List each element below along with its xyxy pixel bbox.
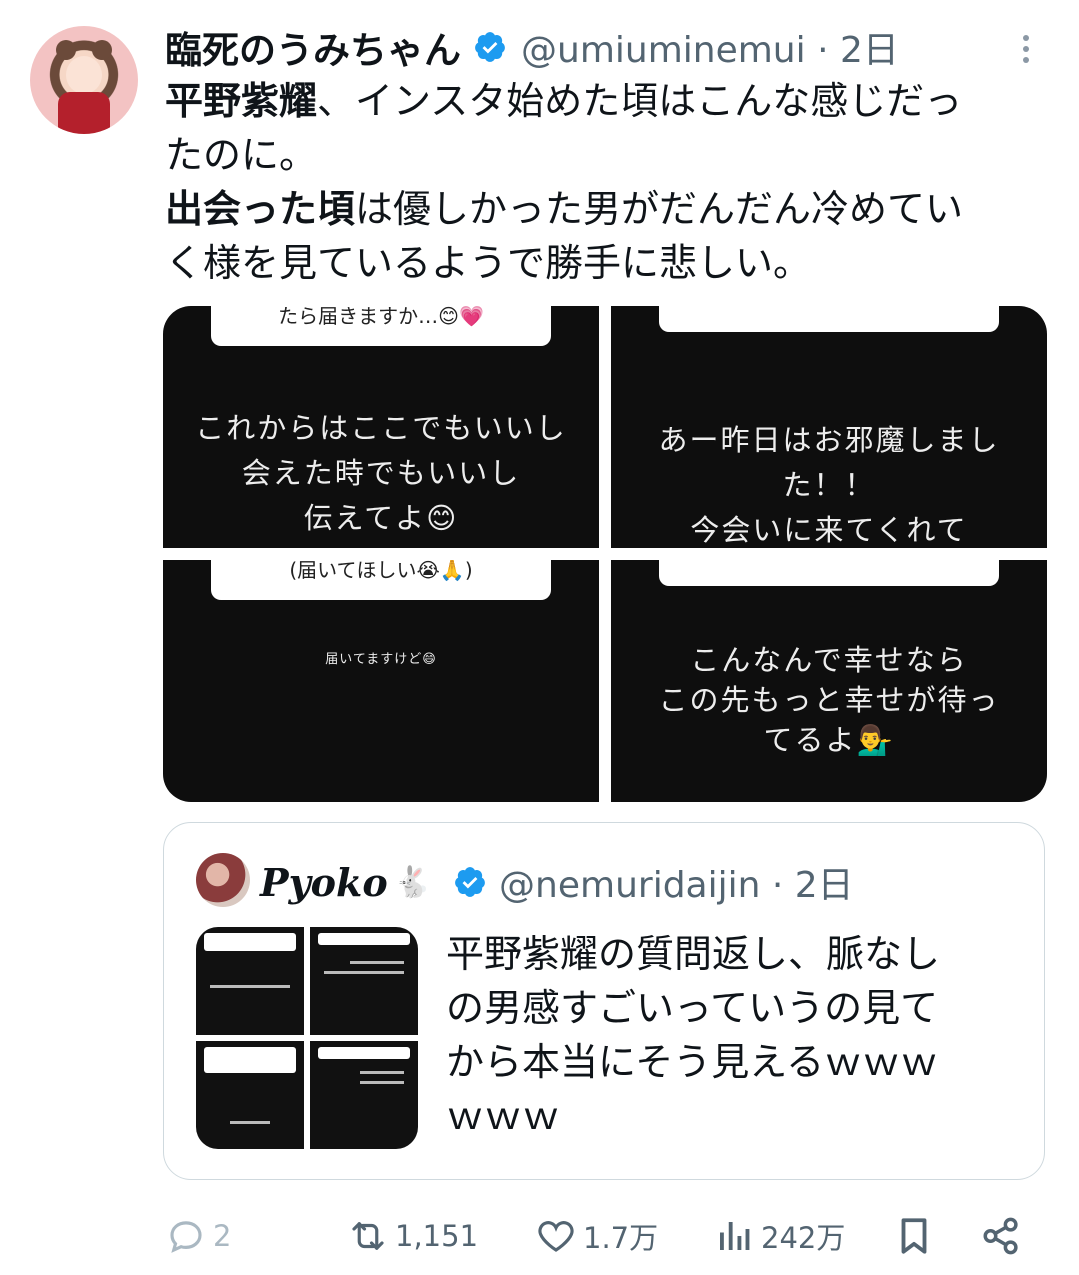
quoted-text-line: の男感すごいっていうの見て	[446, 986, 939, 1030]
story-answer-text: これからはここでもいいし 会えた時でもいいし 伝えてよ😊	[195, 411, 567, 535]
question-box	[659, 560, 999, 586]
tweet-header: 臨死のうみちゃん @umiuminemui · 2日	[165, 21, 899, 73]
heart-icon	[538, 1221, 574, 1252]
media-image-2[interactable]: あー昨日はお邪魔しまし た！！ 今会いに来てくれて	[611, 306, 1047, 548]
story-answer-text: こんなんで幸せなら この先もっと幸せが待っ てるよ💁‍♂️	[658, 643, 1000, 757]
author-handle[interactable]: @umiuminemui · 2日	[521, 21, 899, 73]
share-icon	[983, 1217, 1018, 1255]
quoted-tweet-header: Pyoko 🐇 @nemuridaijin · 2日	[260, 855, 854, 909]
views-button[interactable]: 242万	[713, 1208, 845, 1264]
avatar-hair-bun	[92, 40, 112, 60]
tweet-text: 平野紫耀、インスタ始めた頃はこんな感じだっ たのに。 出会った頃は優しかった男が…	[165, 74, 1055, 290]
tweet-action-bar: 2 1,151 1.7万 242万	[165, 1208, 1045, 1264]
retweet-count: 1,151	[395, 1219, 479, 1253]
question-box: たら届きますか…😊💗	[211, 306, 551, 346]
media-image-3[interactable]: (届いてほしい😭🙏) 届いてますけど😄	[163, 560, 599, 802]
view-count: 242万	[761, 1221, 846, 1255]
avatar-dress	[58, 92, 110, 134]
quoted-author-name: Pyoko	[260, 859, 388, 905]
bookmark-icon	[901, 1218, 927, 1254]
thumbnail-cell	[196, 927, 304, 1035]
reply-count: 2	[213, 1219, 232, 1253]
rabbit-emoji: 🐇	[393, 864, 432, 900]
quoted-text-line: ｗｗｗ	[446, 1094, 561, 1138]
thumbnail-cell	[310, 1041, 418, 1149]
author-handle-text: @umiuminemui	[521, 30, 806, 71]
thumbnail-cell	[310, 927, 418, 1035]
more-dots-icon[interactable]	[1012, 30, 1040, 70]
quoted-tweet-text: 平野紫耀の質問返し、脈なし の男感すごいっていうの見て から本当にそう見えるｗｗ…	[446, 927, 1026, 1143]
quoted-author-handle: @nemuridaijin · 2日	[499, 865, 854, 906]
author-avatar[interactable]	[30, 26, 138, 134]
avatar-face	[66, 56, 102, 94]
thumbnail-cell	[196, 1041, 304, 1149]
tweet-text-line: く様を見ているようで勝手に悲しい。	[165, 241, 812, 285]
reply-bubble-icon	[170, 1221, 202, 1253]
tweet-time[interactable]: · 2日	[817, 30, 899, 71]
quoted-text-line: から本当にそう見えるｗｗｗ	[446, 1040, 939, 1084]
story-answer-text: あー昨日はお邪魔しまし た！！ 今会いに来てくれて	[658, 423, 1000, 547]
like-count: 1.7万	[583, 1221, 659, 1255]
verified-badge-icon	[455, 867, 485, 897]
story-answer-text: 届いてますけど😄	[325, 652, 437, 667]
media-image-1[interactable]: たら届きますか…😊💗 これからはここでもいいし 会えた時でもいいし 伝えてよ😊	[163, 306, 599, 548]
tweet-text-line: たのに。	[165, 133, 318, 177]
tweet-text-line: 平野紫耀、インスタ始めた頃はこんな感じだっ	[165, 79, 963, 123]
author-name[interactable]: 臨死のうみちゃん	[165, 20, 461, 74]
verified-badge-icon	[475, 32, 505, 62]
quoted-author-avatar	[196, 853, 250, 907]
quoted-media-thumbnail	[196, 927, 418, 1149]
avatar-hair-bun	[56, 40, 76, 60]
retweet-button[interactable]: 1,151	[347, 1208, 478, 1264]
quoted-tweet[interactable]: Pyoko 🐇 @nemuridaijin · 2日 平野紫耀の質問返し、脈なし…	[163, 822, 1045, 1180]
retweet-icon	[352, 1222, 384, 1250]
media-image-4[interactable]: こんなんで幸せなら この先もっと幸せが待っ てるよ💁‍♂️	[611, 560, 1047, 802]
reply-button[interactable]: 2	[165, 1208, 231, 1264]
bookmark-button[interactable]	[893, 1208, 935, 1264]
quoted-text-line: 平野紫耀の質問返し、脈なし	[446, 932, 941, 976]
tweet-text-line: 出会った頃は優しかった男がだんだん冷めてい	[165, 187, 964, 231]
question-box: (届いてほしい😭🙏)	[211, 560, 551, 600]
views-bar-chart-icon	[720, 1222, 750, 1250]
like-button[interactable]: 1.7万	[535, 1208, 658, 1264]
question-box	[659, 306, 999, 332]
share-button[interactable]	[980, 1208, 1022, 1264]
tweet-media-grid: たら届きますか…😊💗 これからはここでもいいし 会えた時でもいいし 伝えてよ😊 …	[163, 306, 1047, 802]
